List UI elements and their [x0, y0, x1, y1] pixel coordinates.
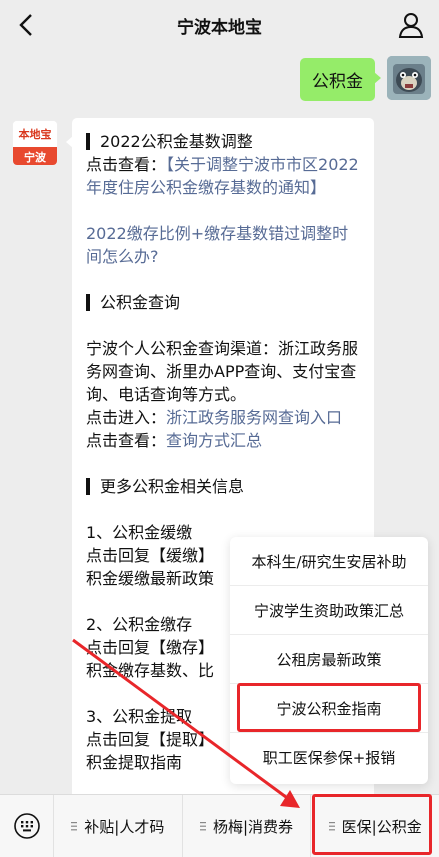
header-bar: 宁波本地宝 [0, 0, 439, 50]
query-methods-link[interactable]: 查询方式汇总 [166, 431, 262, 450]
section-title-text: 2022公积金基数调整 [100, 132, 253, 151]
submenu-item-medical-insurance[interactable]: 职工医保参保+报销 [230, 733, 428, 782]
menu-medical-fund[interactable]: 医保|公积金 [311, 795, 439, 857]
gov-service-link[interactable]: 浙江政务服务网查询入口 [166, 408, 342, 427]
person-icon[interactable] [397, 11, 425, 39]
enter-prefix: 点击进入： [86, 408, 167, 427]
section-title-1: 2022公积金基数调整 [86, 130, 360, 153]
menu-lines-icon [199, 821, 206, 830]
menu-subsidy-talent[interactable]: 补贴|人才码 [54, 794, 183, 857]
submenu-item-fund-guide[interactable]: 宁波公积金指南 [230, 684, 428, 733]
menu-label: 医保|公积金 [341, 817, 422, 836]
my-message-bubble[interactable]: 公积金 [300, 58, 381, 101]
menu-lines-icon [328, 821, 335, 830]
section-title-2: 公积金查询 [86, 291, 360, 314]
bot-avatar[interactable]: 本地宝 宁波 [12, 120, 58, 166]
submenu-popup: 本科生/研究生安居补助 宁波学生资助政策汇总 公租房最新政策 宁波公积金指南 职… [230, 537, 428, 784]
my-message-row: 公积金 [300, 56, 431, 101]
avatar-image-icon [387, 56, 431, 100]
view-prefix: 点击查看： [86, 155, 167, 174]
section-title-3: 更多公积金相关信息 [86, 475, 360, 498]
keyboard-toggle-button[interactable] [0, 794, 54, 857]
submenu-item-public-rental[interactable]: 公租房最新政策 [230, 635, 428, 684]
keyboard-icon [13, 813, 40, 839]
bottom-menu-bar: 补贴|人才码 杨梅|消费券 医保|公积金 [0, 794, 439, 857]
view-prefix: 点击查看： [86, 431, 167, 450]
page-title: 宁波本地宝 [177, 17, 262, 38]
section-title-text: 公积金查询 [100, 293, 181, 312]
my-avatar[interactable] [387, 56, 431, 100]
submenu-item-housing-subsidy[interactable]: 本科生/研究生安居补助 [230, 537, 428, 586]
submenu-item-student-aid[interactable]: 宁波学生资助政策汇总 [230, 586, 428, 635]
bot-avatar-logo: 本地宝 [13, 121, 57, 147]
query-channels-text: 宁波个人公积金查询渠道：浙江政务服务网查询、浙里办APP查询、支付宝查询、电话查… [86, 339, 359, 404]
menu-label: 补贴|人才码 [84, 817, 165, 836]
ratio-base-link[interactable]: 2022缴存比例+缴存基数错过调整时间怎么办? [86, 222, 360, 268]
menu-lines-icon [71, 821, 78, 830]
bot-avatar-city: 宁波 [13, 147, 57, 165]
back-arrow-icon[interactable] [14, 12, 40, 38]
menu-label: 杨梅|消费券 [212, 817, 294, 836]
menu-bayberry-voucher[interactable]: 杨梅|消费券 [183, 794, 312, 857]
section-title-text: 更多公积金相关信息 [100, 477, 245, 496]
